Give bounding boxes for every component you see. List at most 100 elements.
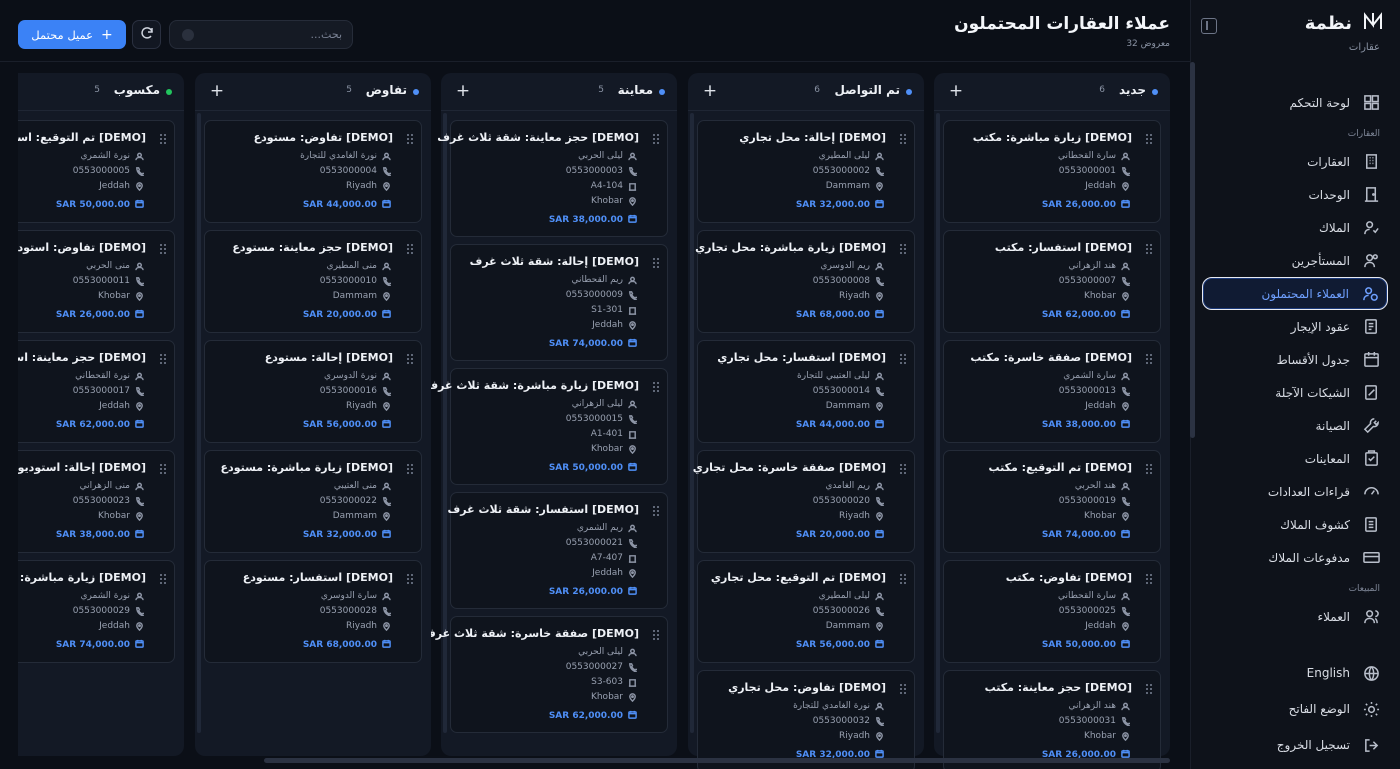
drag-handle-icon[interactable] (1146, 134, 1152, 144)
contact-name: منى الزهراني (79, 481, 130, 491)
sidebar-item-tenants[interactable]: المستأجرين (1202, 244, 1388, 277)
drag-handle-icon[interactable] (900, 574, 906, 584)
drag-handle-icon[interactable] (1146, 244, 1152, 254)
add-card-icon[interactable]: + (948, 81, 964, 101)
drag-handle-icon[interactable] (1146, 464, 1152, 474)
column-scrollbar[interactable] (197, 113, 201, 733)
drag-handle-icon[interactable] (653, 134, 659, 144)
sidebar-item-door[interactable]: الوحدات (1202, 178, 1388, 211)
sun-icon (1362, 700, 1380, 718)
location-icon (1121, 291, 1130, 301)
drag-handle-icon[interactable] (653, 630, 659, 640)
drag-handle-icon[interactable] (653, 382, 659, 392)
location-icon (875, 511, 884, 521)
column-scrollbar[interactable] (936, 113, 940, 733)
lead-card[interactable]: [DEMO] تفاوض: مكتب سارة القحطاني 055300002… (943, 560, 1161, 663)
lead-card[interactable]: [DEMO] تم التوقيع: مكتب هند الحربي 0553000… (943, 450, 1161, 553)
sidebar-item-building[interactable]: العقارات (1202, 145, 1388, 178)
drag-handle-icon[interactable] (407, 134, 413, 144)
drag-handle-icon[interactable] (900, 354, 906, 364)
lead-card[interactable]: [DEMO] صفقة خاسرة: محل تجاري ريم الغامدي 0… (693, 450, 915, 553)
board-horizontal-scrollbar[interactable] (264, 758, 1170, 763)
sidebar-item-logout[interactable]: تسجيل الخروج (1202, 727, 1388, 763)
lead-card[interactable]: [DEMO] تفاوض: مستودع نورة الغامدي للتجارة… (204, 120, 422, 223)
contact-name: منى الحربي (86, 261, 130, 271)
lead-card[interactable]: [DEMO] زيارة مباشرة: محل تجاري ريم الدوسر… (695, 230, 915, 333)
add-card-icon[interactable]: + (209, 81, 225, 101)
sidebar-collapse-icon[interactable] (1201, 18, 1217, 34)
lead-card[interactable]: [DEMO] إحالة: مستودع نورة الدوسري 05530000… (204, 340, 422, 443)
drag-handle-icon[interactable] (160, 574, 166, 584)
drag-handle-icon[interactable] (653, 506, 659, 516)
sidebar-scrollbar[interactable] (1190, 62, 1195, 438)
sidebar-item-dashboard[interactable]: لوحة التحكم (1202, 86, 1388, 119)
drag-handle-icon[interactable] (160, 244, 166, 254)
drag-handle-icon[interactable] (1146, 354, 1152, 364)
drag-handle-icon[interactable] (407, 354, 413, 364)
lead-card[interactable]: [DEMO] زيارة مباشرة: مستودع منى العتيبي 05… (204, 450, 422, 553)
lead-card[interactable]: [DEMO] زيارة مباشرة: شقة ثلاث غرف ليلى ال… (425, 368, 668, 485)
sidebar-item-calendar[interactable]: جدول الأقساط (1202, 343, 1388, 376)
sidebar-item-sun[interactable]: الوضع الفاتح (1202, 691, 1388, 727)
drag-handle-icon[interactable] (900, 134, 906, 144)
city-name-row: Jeddah (1085, 401, 1130, 411)
column-scrollbar[interactable] (443, 113, 447, 733)
refresh-button[interactable] (132, 20, 161, 49)
lead-card[interactable]: [DEMO] إحالة: شقة ثلاث غرف ريم القحطاني 05… (450, 244, 668, 361)
add-lead-button[interactable]: + عميل محتمل (18, 20, 126, 49)
status-dot (659, 89, 665, 95)
lead-card[interactable]: [DEMO] استفسار: مكتب هند الزهراني 05530000… (943, 230, 1161, 333)
lead-card[interactable]: [DEMO] صفقة خاسرة: شقة ثلاث غرف ليلى الحر… (423, 616, 668, 733)
contact-name-row: ريم الشمري (577, 523, 637, 533)
search-box[interactable] (169, 20, 353, 49)
lead-card[interactable]: [DEMO] حجز معاينة: مستودع منى المطيري 0553… (204, 230, 422, 333)
drag-handle-icon[interactable] (900, 684, 906, 694)
drag-handle-icon[interactable] (407, 464, 413, 474)
lead-card[interactable]: [DEMO] استفسار: مستودع سارة الدوسري 055300… (204, 560, 422, 663)
drag-handle-icon[interactable] (900, 244, 906, 254)
sidebar-item-users[interactable]: العملاء (1202, 600, 1388, 633)
add-card-icon[interactable]: + (702, 81, 718, 101)
drag-handle-icon[interactable] (653, 258, 659, 268)
drag-handle-icon[interactable] (407, 244, 413, 254)
unit-code: S1-301 (591, 305, 623, 315)
card-title: [DEMO] إحالة: محل تجاري (739, 131, 886, 144)
drag-handle-icon[interactable] (900, 464, 906, 474)
lead-card[interactable]: [DEMO] استفسار: محل تجاري ليلى العتيبي لل… (697, 340, 915, 443)
lead-card[interactable]: [DEMO] تم التوقيع: استوديو نورة الشمري 055… (0, 120, 175, 223)
lead-card[interactable]: [DEMO] حجز معاينة: استوديو نورة القحطاني 0… (0, 340, 175, 443)
sidebar-item-globe[interactable]: English (1202, 655, 1388, 691)
lead-card[interactable]: [DEMO] صفقة خاسرة: مكتب سارة الشمري 055300… (943, 340, 1161, 443)
search-input[interactable] (202, 28, 342, 41)
lead-card[interactable]: [DEMO] حجز معاينة: شقة ثلاث غرف ليلى الحر… (437, 120, 668, 237)
lead-card[interactable]: [DEMO] إحالة: استوديو منى الزهراني 0553000… (0, 450, 175, 553)
contact-phone: 0553000028 (319, 606, 377, 616)
lead-card[interactable]: [DEMO] حجز معاينة: مكتب هند الزهراني 05530… (943, 670, 1161, 769)
drag-handle-icon[interactable] (407, 574, 413, 584)
sidebar-item-gauge[interactable]: قراءات العدادات (1202, 475, 1388, 508)
drag-handle-icon[interactable] (160, 464, 166, 474)
lead-card[interactable]: [DEMO] تفاوض: استوديو منى الحربي 055300001… (0, 230, 175, 333)
lead-card[interactable]: [DEMO] تفاوض: محل تجاري نورة الغامدي للتج… (697, 670, 915, 769)
sidebar-item-leads[interactable]: العملاء المحتملون (1202, 277, 1388, 310)
sidebar-item-owners[interactable]: الملاك (1202, 211, 1388, 244)
user-icon (875, 262, 884, 271)
add-card-icon[interactable]: + (455, 81, 471, 101)
lead-card[interactable]: [DEMO] زيارة مباشرة: استوديو نورة الشمري 0… (0, 560, 175, 663)
lead-card[interactable]: [DEMO] إحالة: محل تجاري ليلى المطيري 05530… (697, 120, 915, 223)
sidebar-item-cheque[interactable]: الشيكات الآجلة (1202, 376, 1388, 409)
lead-card[interactable]: [DEMO] زيارة مباشرة: مكتب سارة القحطاني 05… (943, 120, 1161, 223)
sidebar-item-clipboard[interactable]: المعاينات (1202, 442, 1388, 475)
drag-handle-icon[interactable] (1146, 684, 1152, 694)
drag-handle-icon[interactable] (160, 354, 166, 364)
sidebar-item-wrench[interactable]: الصيانة (1202, 409, 1388, 442)
sidebar-item-card[interactable]: مدفوعات الملاك (1202, 541, 1388, 574)
lead-card[interactable]: [DEMO] استفسار: شقة ثلاث غرف ريم الشمري 05… (448, 492, 668, 609)
column-scrollbar[interactable] (690, 113, 694, 733)
lead-card[interactable]: [DEMO] تم التوقيع: محل تجاري ليلى المطيري… (697, 560, 915, 663)
sidebar-item-statement[interactable]: كشوف الملاك (1202, 508, 1388, 541)
drag-handle-icon[interactable] (1146, 574, 1152, 584)
sidebar-item-contract[interactable]: عقود الإيجار (1202, 310, 1388, 343)
drag-handle-icon[interactable] (160, 134, 166, 144)
phone-icon (875, 496, 884, 506)
